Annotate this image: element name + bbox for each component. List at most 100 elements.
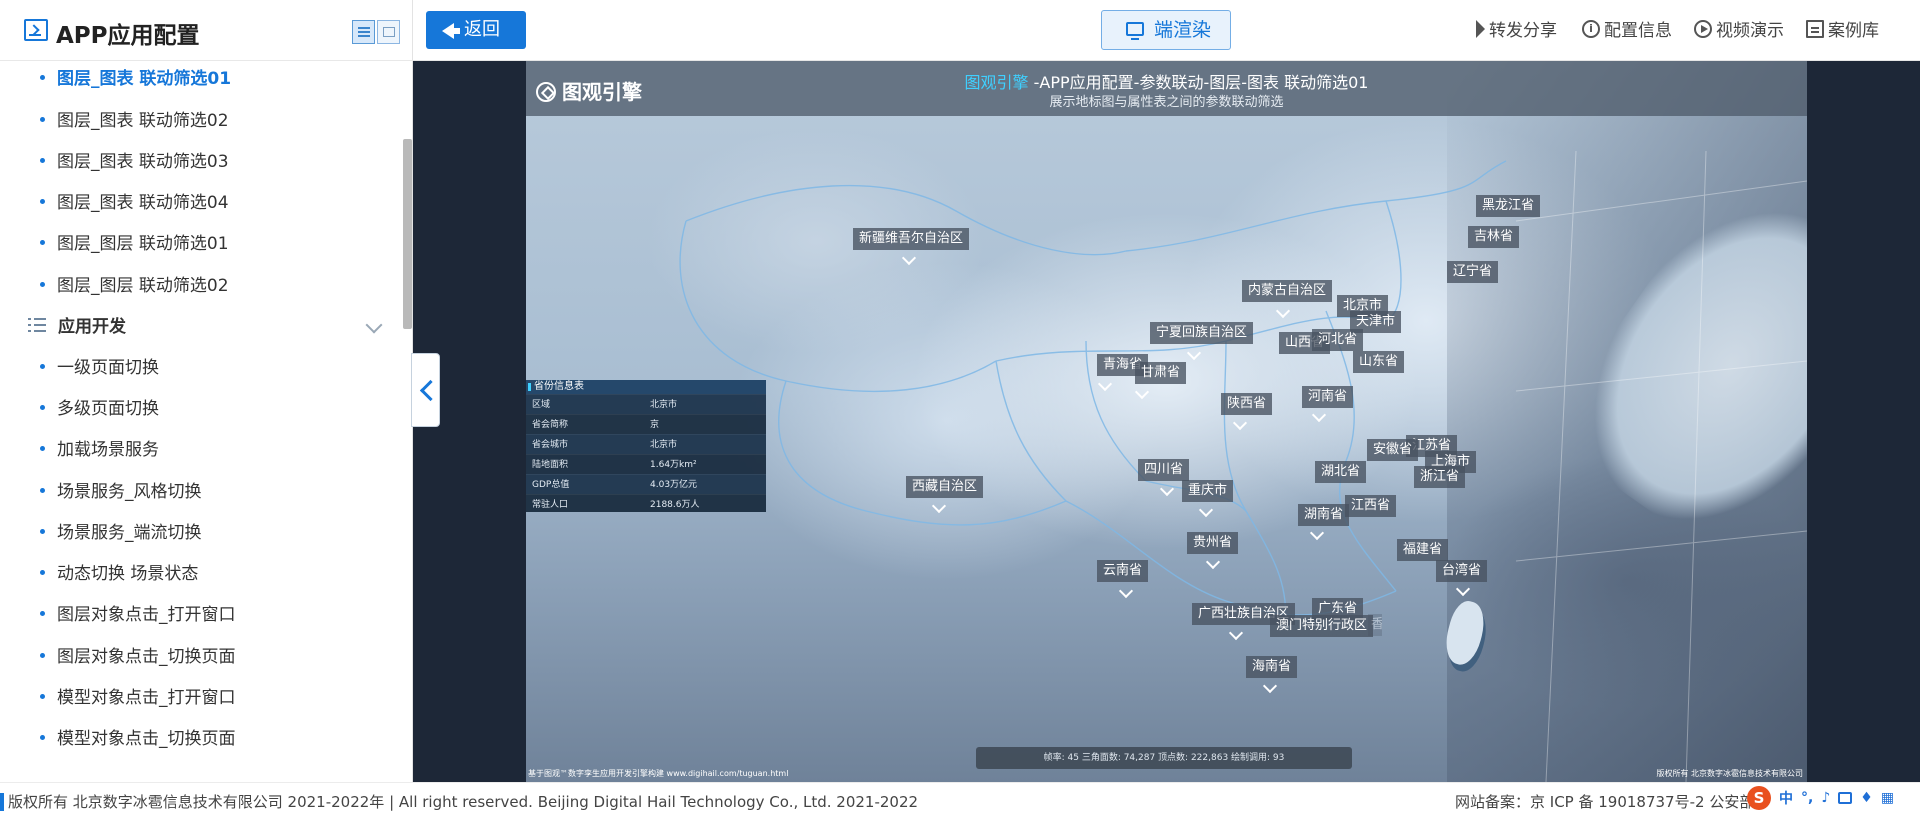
bullet-icon: [40, 404, 45, 410]
bullet-icon: [40, 198, 45, 204]
top-toolbar: 返回 端渲染 转发分享 i 配置信息 视频演示 案例库: [413, 0, 1920, 61]
info-row: 省会简称京: [526, 414, 766, 434]
sidebar-item[interactable]: 模型对象点击_切换页面: [40, 724, 236, 754]
province-label[interactable]: 辽宁省: [1447, 261, 1499, 283]
case-library-link[interactable]: 案例库: [1806, 18, 1879, 44]
sidebar-item[interactable]: 图层_图表 联动筛选03: [40, 147, 229, 177]
sidebar-item[interactable]: 图层_图层 联动筛选01: [40, 229, 229, 259]
keyboard-icon[interactable]: [1838, 792, 1853, 804]
sidebar-item[interactable]: 场景服务_端流切换: [40, 518, 202, 548]
chevron-down-icon[interactable]: [365, 316, 383, 334]
province-label[interactable]: 台湾省: [1436, 560, 1488, 582]
info-row: 陆地面积 1.64万km²: [526, 454, 766, 474]
province-label[interactable]: 重庆市: [1182, 480, 1234, 502]
render-stats: 帧率: 45 三角面数: 74,287 顶点数: 222,863 绘制调用: 9…: [976, 747, 1352, 769]
sogou-logo-icon[interactable]: S: [1747, 786, 1771, 810]
province-label[interactable]: 香港特别行政区: [1368, 614, 1382, 636]
province-label[interactable]: 海南省: [1246, 656, 1298, 678]
sidebar-item[interactable]: 模型对象点击_打开窗口: [40, 683, 236, 713]
province-label[interactable]: 福建省: [1397, 539, 1449, 561]
bullet-icon: [40, 445, 45, 451]
bullet-icon: [40, 734, 45, 740]
monitor-icon: [1126, 22, 1144, 40]
config-info-link[interactable]: i 配置信息: [1582, 18, 1672, 44]
province-label[interactable]: 河南省: [1302, 386, 1354, 408]
province-label[interactable]: 陕西省: [1221, 393, 1273, 415]
page-footer: 版权所有 北京数字冰雹信息技术有限公司 2021-2022年 | All rig…: [0, 782, 1920, 824]
sidebar-item[interactable]: 图层_图表 联动筛选02: [40, 106, 229, 136]
province-label[interactable]: 黑龙江省: [1476, 195, 1541, 217]
sidebar-scrollbar[interactable]: [403, 139, 412, 329]
video-demo-link[interactable]: 视频演示: [1694, 18, 1784, 44]
image-view-icon[interactable]: [377, 20, 400, 44]
list-icon: [28, 318, 46, 332]
sidebar-item[interactable]: 多级页面切换: [40, 394, 159, 424]
ime-toolbar[interactable]: S 中 °, ♪ ♦ ▦: [1747, 785, 1894, 811]
province-label[interactable]: 西藏自治区: [906, 476, 984, 498]
view-toggle: [352, 20, 402, 44]
province-label[interactable]: 宁夏回族自治区: [1150, 322, 1254, 344]
province-label[interactable]: 云南省: [1097, 560, 1149, 582]
province-label[interactable]: 湖南省: [1298, 504, 1350, 526]
province-label[interactable]: 安徽省: [1367, 439, 1419, 461]
share-link[interactable]: 转发分享: [1472, 18, 1557, 44]
list-view-icon[interactable]: [352, 20, 375, 44]
province-label[interactable]: 湖北省: [1315, 461, 1367, 483]
province-label[interactable]: 吉林省: [1468, 226, 1520, 248]
bullet-icon: [40, 487, 45, 493]
sidebar-item[interactable]: 动态切换 场景状态: [40, 559, 198, 589]
sidebar-item[interactable]: 图层_图表 联动筛选04: [40, 188, 229, 218]
province-label[interactable]: 江西省: [1345, 495, 1397, 517]
sidebar-item[interactable]: 场景服务_风格切换: [40, 477, 202, 507]
bullet-icon: [40, 363, 45, 369]
scene-subtitle: 展示地标图与属性表之间的参数联动筛选: [1049, 95, 1284, 110]
province-label[interactable]: 四川省: [1138, 459, 1190, 481]
bullet-icon: [40, 116, 45, 122]
province-info-panel: 省份信息表 区域 北京市 省会简称京 省会城市 北京市 陆地面积 1.64万km² G…: [526, 380, 766, 512]
footer-copyright: 版权所有 北京数字冰雹信息技术有限公司 2021-2022年 | All rig…: [8, 793, 919, 811]
microphone-icon[interactable]: ♪: [1821, 790, 1830, 806]
province-label[interactable]: 浙江省: [1414, 466, 1466, 488]
sidebar-group-app-dev[interactable]: 应用开发: [28, 312, 126, 342]
province-label[interactable]: 河北省: [1312, 329, 1364, 351]
library-icon: [1806, 20, 1824, 38]
collapse-sidebar-button[interactable]: [411, 353, 440, 427]
scene-header: 图观引擎 图观引擎 -APP应用配置-参数联动-图层-图表 联动筛选01 展示地…: [526, 61, 1807, 116]
info-icon: i: [1582, 20, 1600, 38]
sidebar-item[interactable]: 一级页面切换: [40, 353, 159, 383]
province-label[interactable]: 内蒙古自治区: [1242, 280, 1333, 302]
3d-map-scene[interactable]: 图观引擎 图观引擎 -APP应用配置-参数联动-图层-图表 联动筛选01 展示地…: [526, 61, 1807, 782]
scene-footer-copyright: 版权所有 北京数字冰雹信息技术有限公司: [1656, 769, 1803, 778]
scene-title: 图观引擎 -APP应用配置-参数联动-图层-图表 联动筛选01: [964, 73, 1369, 92]
bullet-icon: [40, 652, 45, 658]
info-row: 常驻人口 2188.6万人: [526, 494, 766, 514]
province-label[interactable]: 新疆维吾尔自治区: [853, 228, 970, 250]
info-row: 区域 北京市: [526, 394, 766, 414]
province-label[interactable]: 澳门特别行政区: [1270, 615, 1374, 637]
sidebar-item[interactable]: 图层_图层 联动筛选02: [40, 271, 229, 301]
info-table: 区域 北京市 省会简称京 省会城市 北京市 陆地面积 1.64万km² GDP总值 4.…: [526, 394, 766, 514]
bullet-icon: [40, 74, 45, 80]
skin-icon[interactable]: ♦: [1860, 790, 1873, 806]
province-label[interactable]: 甘肃省: [1135, 362, 1187, 384]
sidebar-header: APP应用配置: [0, 0, 412, 61]
sidebar-item[interactable]: 图层对象点击_打开窗口: [40, 600, 236, 630]
terminal-icon: [24, 19, 48, 41]
scene-footer-credit: 基于图观™数字孪生应用开发引擎构建 www.digihail.com/tugua…: [528, 769, 789, 778]
play-icon: [1694, 20, 1712, 38]
province-label[interactable]: 贵州省: [1187, 532, 1239, 554]
render-mode-button[interactable]: 端渲染: [1101, 10, 1231, 50]
sidebar-item[interactable]: 图层对象点击_切换页面: [40, 642, 236, 672]
bullet-icon: [40, 157, 45, 163]
footer-icp-link[interactable]: 网站备案：京 ICP 备 19018737号-2 公安部: [1455, 791, 1754, 812]
back-button[interactable]: 返回: [426, 11, 526, 49]
sidebar: APP应用配置 图层_图表 联动筛选01 图层_图表 联动筛选02 图层_图表 …: [0, 0, 413, 782]
toolbox-icon[interactable]: ▦: [1881, 790, 1894, 806]
bullet-icon: [40, 528, 45, 534]
sidebar-item[interactable]: 加载场景服务: [40, 435, 159, 465]
sidebar-item[interactable]: 图层_图表 联动筛选01: [40, 64, 231, 94]
punctuation-icon[interactable]: °,: [1801, 790, 1813, 806]
ime-lang-icon[interactable]: 中: [1779, 788, 1793, 808]
province-label[interactable]: 山东省: [1353, 351, 1405, 373]
footer-accent-bar: [0, 793, 4, 811]
